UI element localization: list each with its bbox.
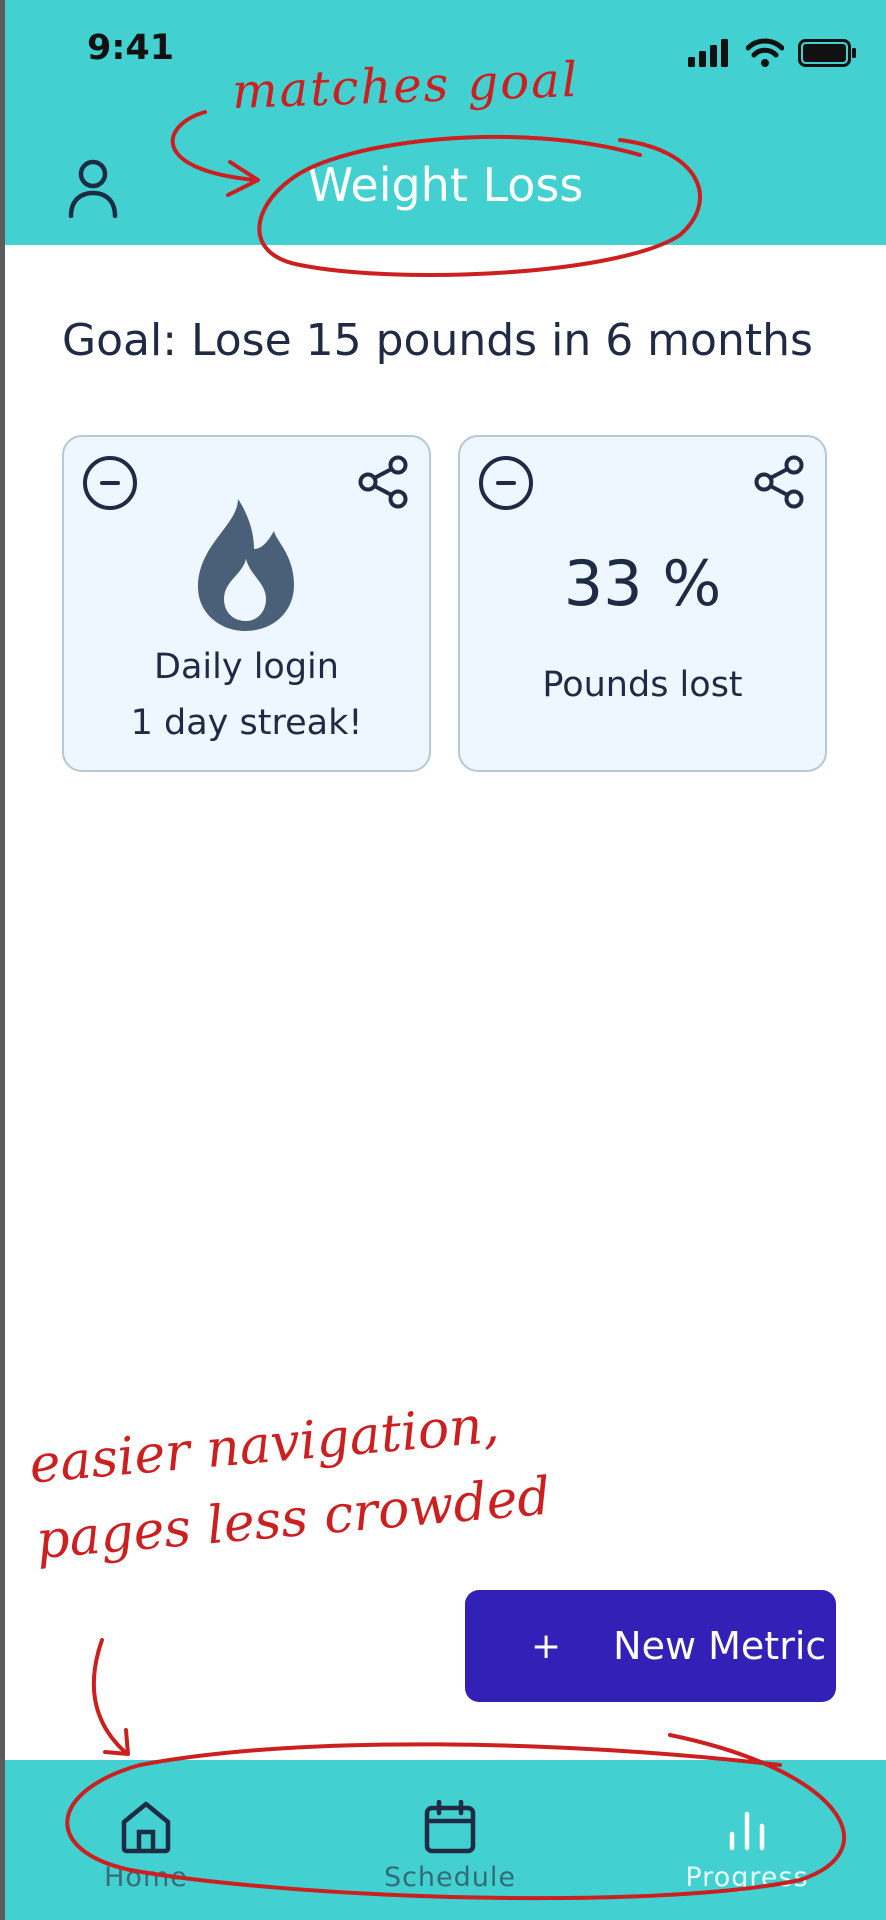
annotation-overlay	[65, 110, 846, 1901]
title-circle-annotation	[257, 134, 702, 277]
down-arrow-annotation	[91, 1638, 127, 1754]
nav-circle-annotation	[65, 1733, 846, 1901]
